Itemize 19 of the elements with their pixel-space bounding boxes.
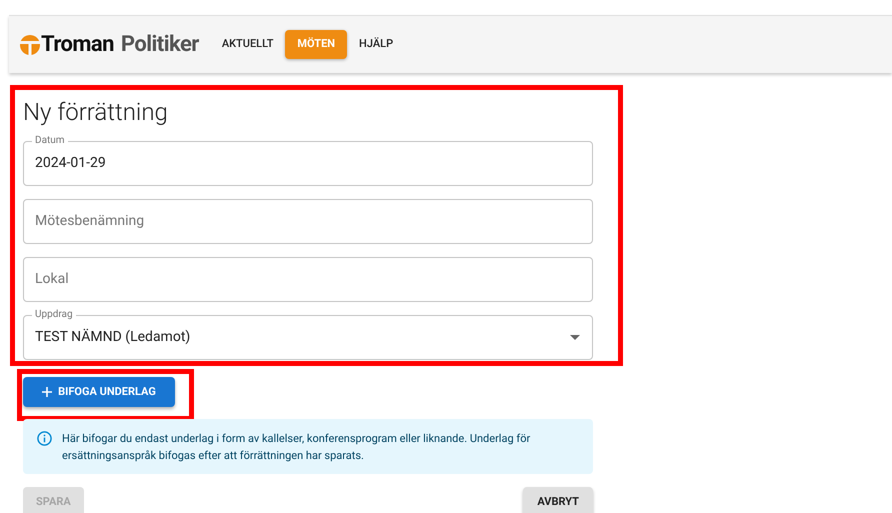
field-label: Uppdrag [32, 308, 76, 322]
nav-tab[interactable]: HJÄLP [351, 30, 402, 59]
plus-icon [42, 387, 52, 397]
text-input[interactable]: Lokal [35, 269, 581, 290]
input-field[interactable]: Mötesbenämning [23, 199, 593, 244]
logo-icon [20, 34, 40, 54]
attach-button[interactable]: BIFOGA UNDERLAG [23, 377, 175, 407]
action-button[interactable]: AVBRYT [523, 487, 593, 513]
info-icon [37, 431, 52, 446]
field-value: TEST NÄMND (Ledamot) [35, 328, 190, 347]
logo-brand: Troman [41, 31, 114, 59]
nav-tab[interactable]: AKTUELLT [214, 30, 282, 59]
info-text: Här bifogar du endast underlag i form av kallelser, konferensprogram eller liknande. Underlag för ersättningsanspråk bifogas efter att förrättningen har sparats. [62, 431, 532, 464]
logo-product: Politiker [120, 31, 199, 59]
text-input[interactable]: Mötesbenämning [35, 211, 581, 232]
input-field[interactable]: Lokal [23, 257, 593, 302]
field-value: 2024-01-29 [35, 154, 106, 173]
form-title: Ny förrättning [23, 97, 169, 127]
dropdown-caret-icon [570, 335, 580, 340]
